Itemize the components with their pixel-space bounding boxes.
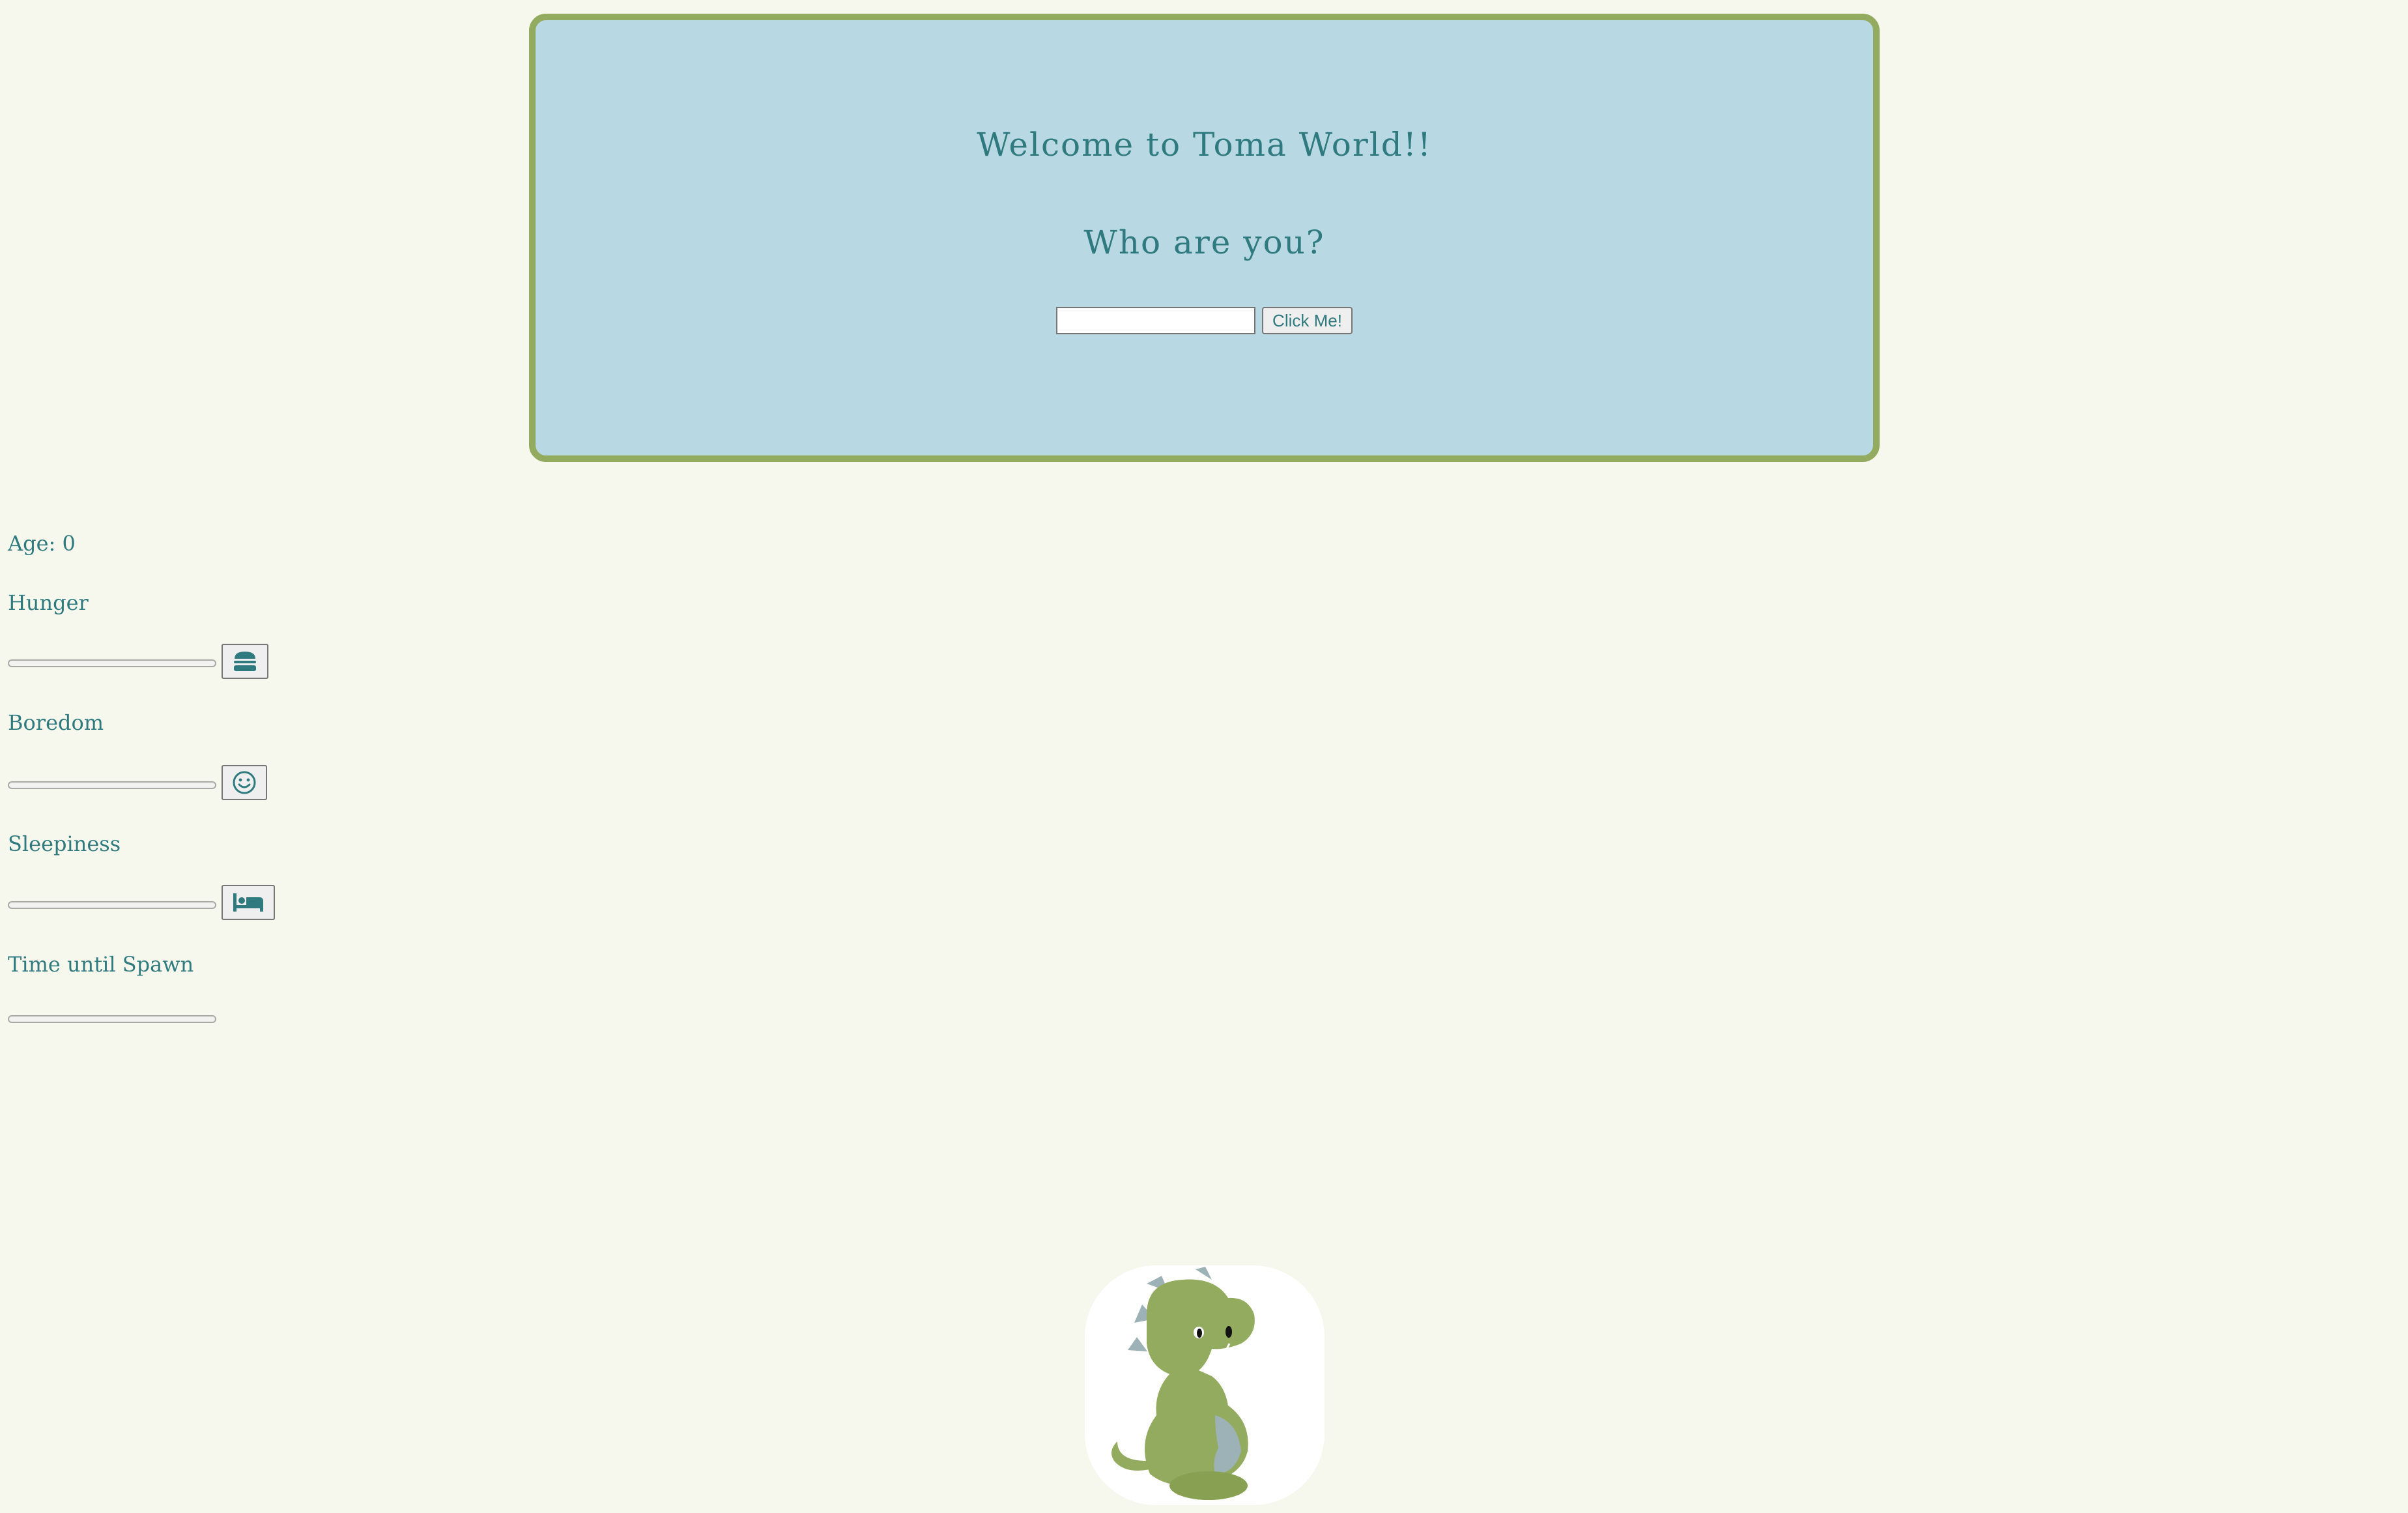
welcome-title: Welcome to Toma World!! [977,126,1432,164]
sleepiness-meter [8,901,216,909]
bed-icon [233,893,263,912]
smile-icon [233,771,256,794]
boredom-label: Boredom [8,710,104,735]
name-form: Click Me! [536,307,1873,334]
name-prompt: Who are you? [1083,223,1325,261]
spawn-label: Time until Spawn [8,952,194,977]
play-button[interactable] [222,765,267,800]
submit-name-button[interactable]: Click Me! [1262,307,1353,334]
dinosaur-icon [1111,1267,1255,1500]
welcome-panel: Welcome to Toma World!! Who are you? Cli… [529,14,1880,462]
sleep-button[interactable] [222,885,275,920]
boredom-meter [8,781,216,789]
hunger-label: Hunger [8,590,89,615]
feed-button[interactable] [222,644,268,679]
sleepiness-label: Sleepiness [8,831,121,856]
hamburger-icon [234,652,256,671]
pet-frame [1085,1265,1325,1505]
age-label: Age: 0 [8,531,76,556]
name-input[interactable] [1056,307,1256,334]
spawn-meter [8,1015,216,1023]
hunger-meter [8,659,216,667]
